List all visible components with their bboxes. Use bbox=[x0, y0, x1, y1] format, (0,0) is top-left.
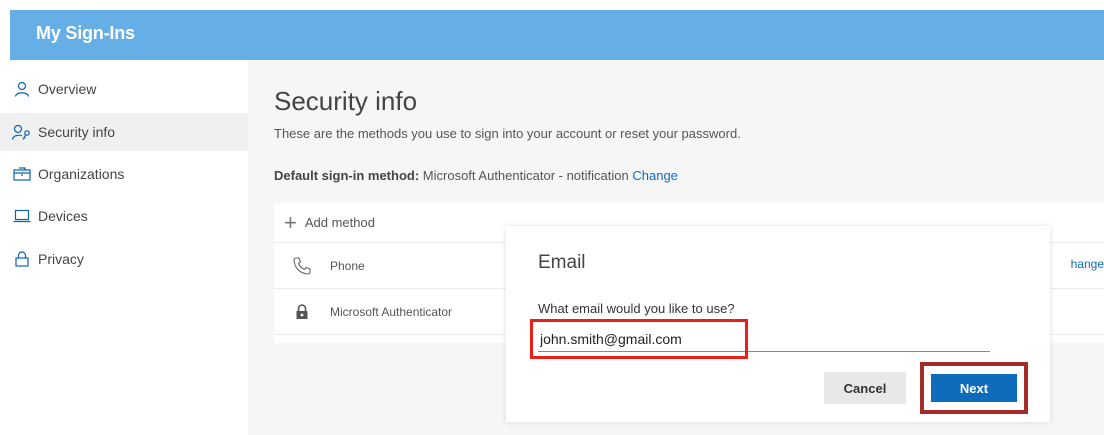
default-method-label: Default sign-in method: bbox=[274, 168, 420, 183]
dialog-title: Email bbox=[538, 252, 586, 273]
lock-icon bbox=[12, 250, 32, 268]
add-method-label: Add method bbox=[304, 215, 375, 230]
phone-icon bbox=[274, 256, 330, 276]
method-name: Microsoft Authenticator bbox=[330, 304, 453, 319]
app-header: My Sign-Ins bbox=[10, 10, 1104, 60]
sidebar-item-security-info[interactable]: Security info bbox=[0, 113, 248, 151]
default-sign-in-method: Default sign-in method: Microsoft Authen… bbox=[274, 168, 678, 183]
sidebar-item-devices[interactable]: Devices bbox=[0, 197, 248, 235]
sidebar-item-label: Organizations bbox=[38, 166, 125, 182]
page-title: Security info bbox=[274, 86, 418, 116]
plus-icon: + bbox=[284, 209, 297, 235]
sidebar: Overview Security info Organizations Dev… bbox=[0, 66, 248, 435]
sidebar-item-label: Devices bbox=[38, 208, 88, 224]
change-default-link[interactable]: Change bbox=[632, 168, 678, 183]
page-subtitle: These are the methods you use to sign in… bbox=[274, 126, 741, 141]
laptop-icon bbox=[12, 207, 32, 225]
next-button-highlight bbox=[920, 362, 1028, 414]
default-method-value: Microsoft Authenticator - notification bbox=[422, 168, 629, 183]
building-icon bbox=[12, 165, 32, 183]
sidebar-item-label: Security info bbox=[38, 124, 116, 140]
email-question-label: What email would you like to use? bbox=[538, 301, 735, 316]
sidebar-item-overview[interactable]: Overview bbox=[0, 70, 248, 108]
sidebar-item-label: Privacy bbox=[38, 251, 84, 267]
sidebar-item-label: Overview bbox=[38, 81, 97, 97]
person-key-icon bbox=[12, 123, 32, 141]
change-link-partial[interactable]: hange bbox=[1071, 257, 1104, 271]
sidebar-item-privacy[interactable]: Privacy bbox=[0, 240, 248, 278]
add-email-dialog: Email What email would you like to use? … bbox=[506, 226, 1050, 422]
cancel-button[interactable]: Cancel bbox=[824, 372, 906, 404]
app-title[interactable]: My Sign-Ins bbox=[36, 23, 135, 44]
authenticator-lock-icon bbox=[274, 303, 330, 320]
method-name: Phone bbox=[330, 258, 365, 273]
email-input-highlight bbox=[530, 319, 748, 359]
sidebar-item-organizations[interactable]: Organizations bbox=[0, 155, 248, 193]
person-icon bbox=[12, 80, 32, 98]
